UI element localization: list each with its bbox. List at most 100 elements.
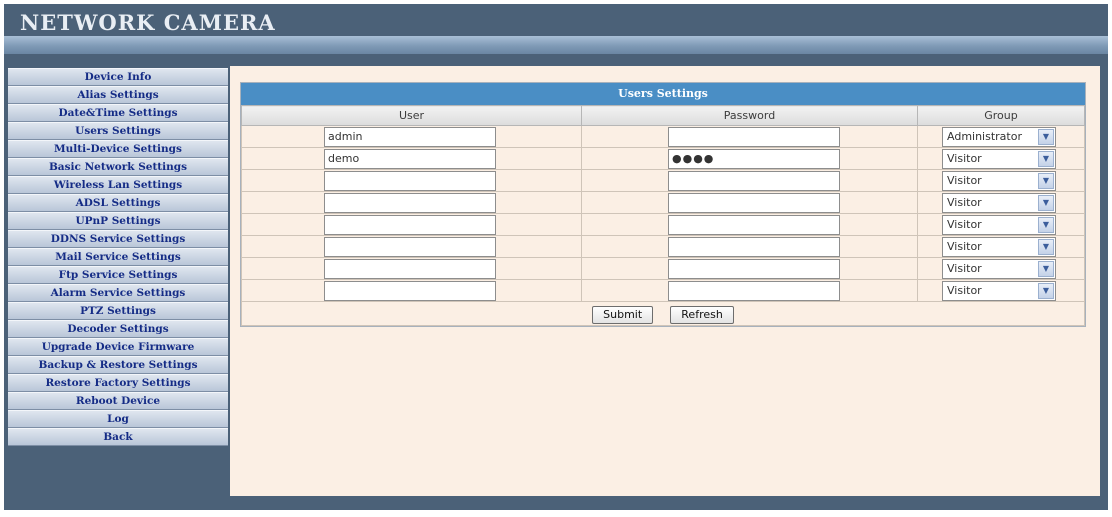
user-input[interactable] [324, 280, 496, 301]
sidebar-item-reboot-device[interactable]: Reboot Device [8, 392, 228, 410]
sidebar-item-datetime-settings[interactable]: Date&Time Settings [8, 104, 228, 122]
group-select-value: Visitor [947, 173, 982, 187]
password-cell [581, 147, 918, 170]
header-bar [4, 36, 1108, 54]
table-row: Visitor ▼ [241, 279, 1085, 302]
sidebar-item-multi-device-settings[interactable]: Multi-Device Settings [8, 140, 228, 158]
column-header-user: User [241, 105, 582, 126]
button-cell: Submit Refresh [241, 301, 1085, 326]
password-cell [581, 257, 918, 280]
password-cell [581, 213, 918, 236]
user-input[interactable] [324, 126, 496, 147]
sidebar-item-upnp-settings[interactable]: UPnP Settings [8, 212, 228, 230]
user-input[interactable] [324, 192, 496, 213]
refresh-button[interactable]: Refresh [670, 306, 734, 324]
table-row: Administrator ▼ [241, 125, 1085, 148]
password-input[interactable] [668, 170, 840, 191]
sidebar-item-wireless-lan-settings[interactable]: Wireless Lan Settings [8, 176, 228, 194]
group-cell: Visitor ▼ [917, 191, 1085, 214]
group-select[interactable]: Visitor ▼ [942, 170, 1056, 191]
table-row: Visitor ▼ [241, 147, 1085, 170]
chevron-down-icon: ▼ [1038, 172, 1054, 189]
group-select[interactable]: Visitor ▼ [942, 258, 1056, 279]
group-cell: Administrator ▼ [917, 125, 1085, 148]
user-cell [241, 191, 582, 214]
group-select[interactable]: Visitor ▼ [942, 236, 1056, 257]
chevron-down-icon: ▼ [1038, 216, 1054, 233]
password-cell [581, 279, 918, 302]
password-input[interactable] [668, 126, 840, 147]
password-cell [581, 169, 918, 192]
sidebar-item-mail-service-settings[interactable]: Mail Service Settings [8, 248, 228, 266]
table-header-row: User Password Group [241, 105, 1085, 126]
app-title: NETWORK CAMERA [20, 10, 276, 35]
users-table: User Password Group Administrator▼ Vis [241, 105, 1085, 326]
password-input[interactable] [668, 148, 840, 169]
sidebar-item-backup-restore-settings[interactable]: Backup & Restore Settings [8, 356, 228, 374]
group-select-value: Visitor [947, 217, 982, 231]
table-row: Visitor ▼ [241, 213, 1085, 236]
sidebar-item-restore-factory-settings[interactable]: Restore Factory Settings [8, 374, 228, 392]
group-select-value: Visitor [947, 283, 982, 297]
sidebar-item-ftp-service-settings[interactable]: Ftp Service Settings [8, 266, 228, 284]
button-row: Submit Refresh [241, 301, 1085, 326]
sidebar-item-users-settings[interactable]: Users Settings [8, 122, 228, 140]
group-cell: Visitor ▼ [917, 235, 1085, 258]
group-select-value: Visitor [947, 195, 982, 209]
sidebar-item-back[interactable]: Back [8, 428, 228, 446]
group-select[interactable]: Visitor ▼ [942, 192, 1056, 213]
content-area: Users Settings User Password Group Admin… [230, 66, 1100, 496]
sidebar-item-decoder-settings[interactable]: Decoder Settings [8, 320, 228, 338]
sidebar-item-upgrade-device-firmware[interactable]: Upgrade Device Firmware [8, 338, 228, 356]
group-select[interactable]: Visitor ▼ [942, 148, 1056, 169]
password-input[interactable] [668, 258, 840, 279]
user-input[interactable] [324, 258, 496, 279]
user-input[interactable] [324, 148, 496, 169]
group-select-value: Visitor [947, 261, 982, 275]
password-input[interactable] [668, 236, 840, 257]
group-select-value: Administrator [947, 129, 1022, 143]
sidebar-item-alias-settings[interactable]: Alias Settings [8, 86, 228, 104]
user-cell [241, 213, 582, 236]
table-row: Visitor ▼ [241, 235, 1085, 258]
sidebar-item-device-info[interactable]: Device Info [8, 68, 228, 86]
password-input[interactable] [668, 214, 840, 235]
user-cell [241, 169, 582, 192]
password-cell [581, 125, 918, 148]
group-select[interactable]: Visitor ▼ [942, 214, 1056, 235]
user-input[interactable] [324, 170, 496, 191]
user-input[interactable] [324, 236, 496, 257]
chevron-down-icon: ▼ [1038, 260, 1054, 277]
password-cell [581, 235, 918, 258]
password-input[interactable] [668, 280, 840, 301]
sidebar-item-basic-network-settings[interactable]: Basic Network Settings [8, 158, 228, 176]
group-cell: Visitor ▼ [917, 279, 1085, 302]
header-banner: NETWORK CAMERA [4, 4, 1108, 60]
user-cell [241, 235, 582, 258]
column-header-password: Password [581, 105, 918, 126]
sidebar-item-log[interactable]: Log [8, 410, 228, 428]
group-select[interactable]: Visitor ▼ [942, 280, 1056, 301]
sidebar-item-ptz-settings[interactable]: PTZ Settings [8, 302, 228, 320]
group-cell: Visitor ▼ [917, 147, 1085, 170]
group-select-value: Visitor [947, 151, 982, 165]
group-select[interactable]: Administrator ▼ [942, 126, 1056, 147]
chevron-down-icon: ▼ [1038, 150, 1054, 167]
chevron-down-icon: ▼ [1038, 238, 1054, 255]
group-cell: Visitor ▼ [917, 257, 1085, 280]
sidebar-item-ddns-service-settings[interactable]: DDNS Service Settings [8, 230, 228, 248]
group-select-value: Visitor [947, 239, 982, 253]
submit-button[interactable]: Submit [592, 306, 654, 324]
user-cell [241, 147, 582, 170]
chevron-down-icon: ▼ [1038, 128, 1054, 145]
user-input[interactable] [324, 214, 496, 235]
sidebar-item-alarm-service-settings[interactable]: Alarm Service Settings [8, 284, 228, 302]
sidebar-item-adsl-settings[interactable]: ADSL Settings [8, 194, 228, 212]
password-input[interactable] [668, 192, 840, 213]
password-cell [581, 191, 918, 214]
group-cell: Visitor ▼ [917, 213, 1085, 236]
group-cell: Visitor ▼ [917, 169, 1085, 192]
chevron-down-icon: ▼ [1038, 282, 1054, 299]
column-header-group: Group [917, 105, 1085, 126]
app-frame: NETWORK CAMERA Device Info Alias Setting… [4, 4, 1108, 510]
